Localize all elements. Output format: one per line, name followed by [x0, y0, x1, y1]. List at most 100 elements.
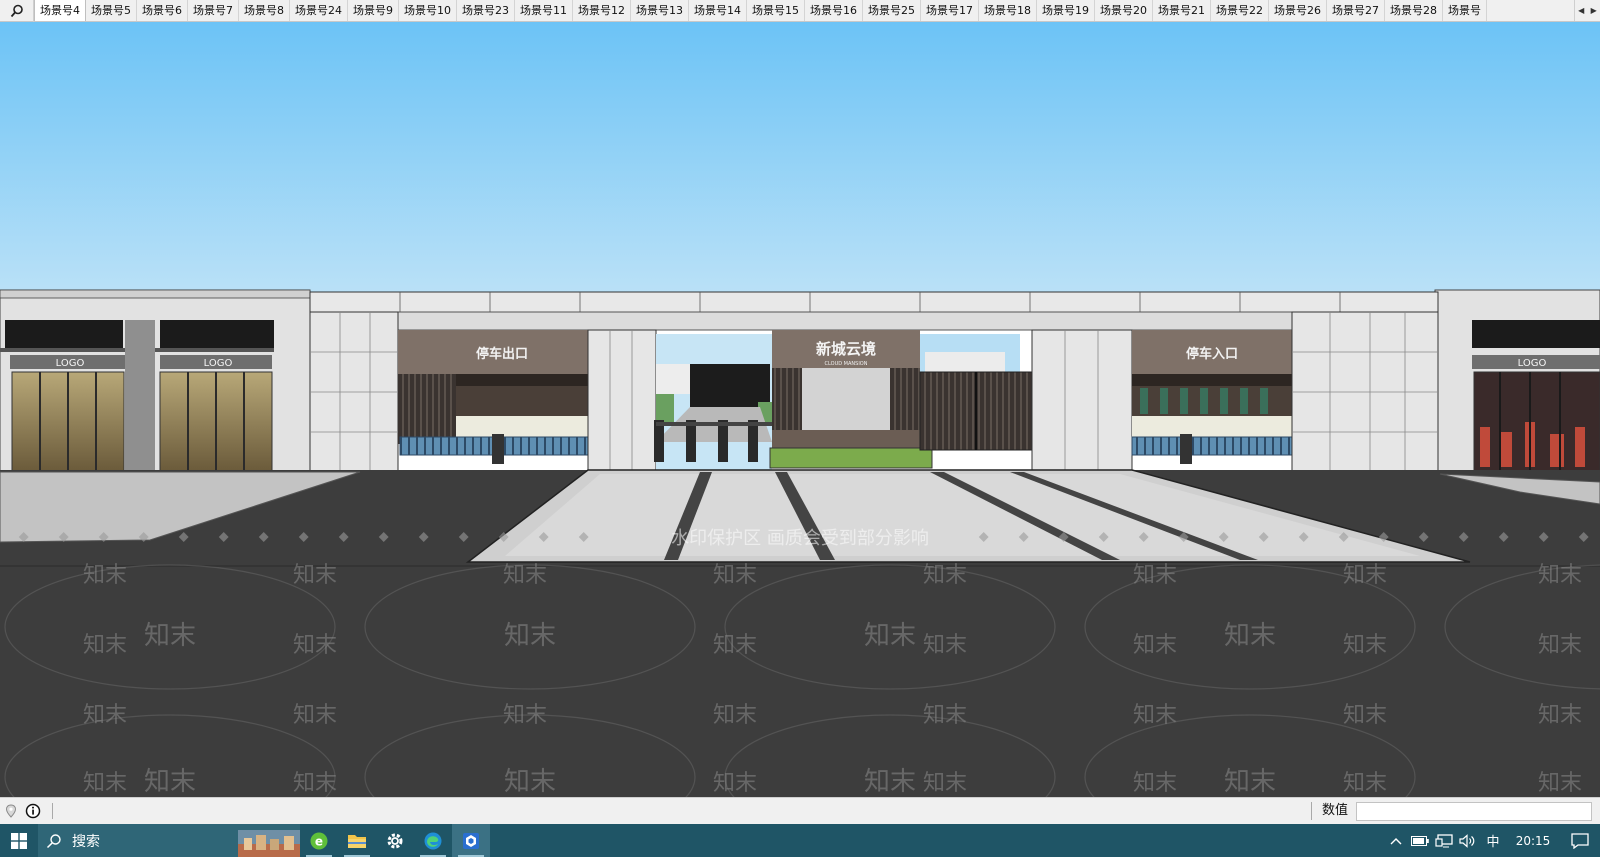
- search-icon[interactable]: [0, 0, 34, 22]
- sketchup-icon: [463, 832, 479, 849]
- measurements-label: 数值: [1310, 802, 1356, 820]
- watermark-text: 知末: [1343, 703, 1387, 728]
- watermark-text: 知末: [1343, 563, 1387, 588]
- scene-tab[interactable]: 场景号24: [290, 0, 348, 21]
- watermark-text: 知末: [1133, 563, 1177, 588]
- taskbar-search-placeholder: 搜索: [72, 833, 100, 850]
- scene-tab[interactable]: 场景号23: [457, 0, 515, 21]
- watermark-text: 知末: [864, 621, 916, 651]
- watermark-text: 知末: [713, 633, 757, 658]
- scene-tab[interactable]: 场景号8: [239, 0, 290, 21]
- watermark-text: 知末: [293, 563, 337, 588]
- shop-logo-2: LOGO: [204, 358, 233, 369]
- scene-tab[interactable]: 场景号: [1443, 0, 1487, 21]
- status-bar: 数值: [0, 797, 1600, 824]
- watermark-text: 知末: [503, 563, 547, 588]
- watermark-text: 知末: [293, 703, 337, 728]
- battery-icon[interactable]: [1408, 824, 1432, 857]
- watermark-text: 知末: [83, 563, 127, 588]
- svg-text:e: e: [315, 834, 323, 848]
- watermark-text: 知末: [923, 633, 967, 658]
- scene-tab[interactable]: 场景号6: [137, 0, 188, 21]
- watermark-text: 知末: [1224, 621, 1276, 651]
- edge-browser-icon: [424, 832, 442, 849]
- watermark-text: 知末: [293, 633, 337, 658]
- scene-tabs-bar: 场景号4 场景号5 场景号6 场景号7 场景号8 场景号24 场景号9 场景号10 场景号23 场…: [0, 0, 1600, 22]
- sign-main-title: 新城云境: [816, 340, 876, 358]
- scene-tab[interactable]: 场景号19: [1037, 0, 1095, 21]
- scene-tabs: 场景号4 场景号5 场景号6 场景号7 场景号8 场景号24 场景号9 场景号10 场景号23 场…: [34, 0, 1574, 21]
- geolocation-icon[interactable]: [0, 800, 22, 822]
- search-highlight-image: [238, 830, 300, 857]
- gear-icon: [387, 833, 403, 848]
- watermark-text: 知末: [503, 703, 547, 728]
- shop-logo-3: LOGO: [1518, 358, 1547, 369]
- taskbar-app-settings[interactable]: [376, 824, 414, 857]
- windows-start-button[interactable]: [0, 824, 38, 857]
- info-icon[interactable]: [22, 800, 44, 822]
- scene-tab[interactable]: 场景号26: [1269, 0, 1327, 21]
- watermark-text: 知末: [1538, 771, 1582, 796]
- status-divider: [52, 803, 53, 819]
- watermark-text: 知末: [83, 633, 127, 658]
- watermark-text: 知末: [713, 563, 757, 588]
- scene-tab[interactable]: 场景号5: [86, 0, 137, 21]
- taskbar-app-edge[interactable]: [414, 824, 452, 857]
- scene-tab[interactable]: 场景号17: [921, 0, 979, 21]
- scene-tab[interactable]: 场景号25: [863, 0, 921, 21]
- watermark-text: 知末: [1133, 771, 1177, 796]
- measurements-input[interactable]: [1356, 801, 1592, 821]
- sign-main-subtitle: CLOUD MANSION: [825, 361, 868, 367]
- watermark-text: 知末: [713, 703, 757, 728]
- taskbar-app-sketchup[interactable]: [452, 824, 490, 857]
- scene-tab[interactable]: 场景号12: [573, 0, 631, 21]
- shop-logo-1: LOGO: [56, 358, 85, 369]
- taskbar-app-browser-e[interactable]: e: [300, 824, 338, 857]
- scene-tab[interactable]: 场景号18: [979, 0, 1037, 21]
- tray-chevron-up-icon[interactable]: [1384, 824, 1408, 857]
- scene-tab[interactable]: 场景号9: [348, 0, 399, 21]
- model-viewport[interactable]: LOGO LOGO LOGO 停车出口 新城云境 CLOUD MANSION 停…: [0, 22, 1600, 797]
- taskbar-search-box[interactable]: 搜索: [38, 824, 300, 857]
- scene-tab[interactable]: 场景号15: [747, 0, 805, 21]
- notification-center-icon[interactable]: [1560, 824, 1600, 857]
- scene-tab[interactable]: 场景号7: [188, 0, 239, 21]
- network-icon[interactable]: [1432, 824, 1456, 857]
- watermark-text: 知末: [923, 563, 967, 588]
- watermark-text: 知末: [1538, 703, 1582, 728]
- watermark-text: 知末: [504, 621, 556, 651]
- watermark-text: 知末: [1538, 633, 1582, 658]
- watermark-text: 知末: [1133, 703, 1177, 728]
- scene-tab[interactable]: 场景号28: [1385, 0, 1443, 21]
- watermark-text: 知末: [713, 771, 757, 796]
- watermark-text: 知末: [1538, 563, 1582, 588]
- scene-tab[interactable]: 场景号20: [1095, 0, 1153, 21]
- system-tray: 中 20:15: [1384, 824, 1600, 857]
- tab-scroll-left-icon[interactable]: ◀: [1575, 0, 1588, 21]
- scene-tab[interactable]: 场景号13: [631, 0, 689, 21]
- watermark-text: 知末: [923, 771, 967, 796]
- scene-tab[interactable]: 场景号21: [1153, 0, 1211, 21]
- search-icon: [46, 833, 61, 848]
- tab-scroll-right-icon[interactable]: ▶: [1588, 0, 1600, 21]
- scene-tab[interactable]: 场景号22: [1211, 0, 1269, 21]
- taskbar: 搜索 e 中 20:15: [0, 824, 1600, 857]
- watermark-text: 知末: [864, 767, 916, 797]
- watermark-text: 知末: [504, 767, 556, 797]
- watermark-text: 知末: [1343, 633, 1387, 658]
- scene-tab[interactable]: 场景号27: [1327, 0, 1385, 21]
- volume-icon[interactable]: [1456, 824, 1480, 857]
- scene-render: LOGO LOGO LOGO 停车出口 新城云境 CLOUD MANSION 停…: [0, 22, 1600, 797]
- taskbar-app-file-explorer[interactable]: [338, 824, 376, 857]
- scene-tab[interactable]: 场景号4: [34, 0, 86, 21]
- scene-tab[interactable]: 场景号11: [515, 0, 573, 21]
- sign-parking-exit: 停车出口: [476, 346, 528, 362]
- watermark-text: 知末: [144, 621, 196, 651]
- scene-tab[interactable]: 场景号10: [399, 0, 457, 21]
- input-method-indicator[interactable]: 中: [1480, 831, 1506, 850]
- scene-tab[interactable]: 场景号16: [805, 0, 863, 21]
- sign-parking-entry: 停车入口: [1186, 346, 1238, 362]
- scene-tab[interactable]: 场景号14: [689, 0, 747, 21]
- green-e-browser-icon: e: [310, 832, 328, 849]
- taskbar-clock[interactable]: 20:15: [1506, 834, 1560, 848]
